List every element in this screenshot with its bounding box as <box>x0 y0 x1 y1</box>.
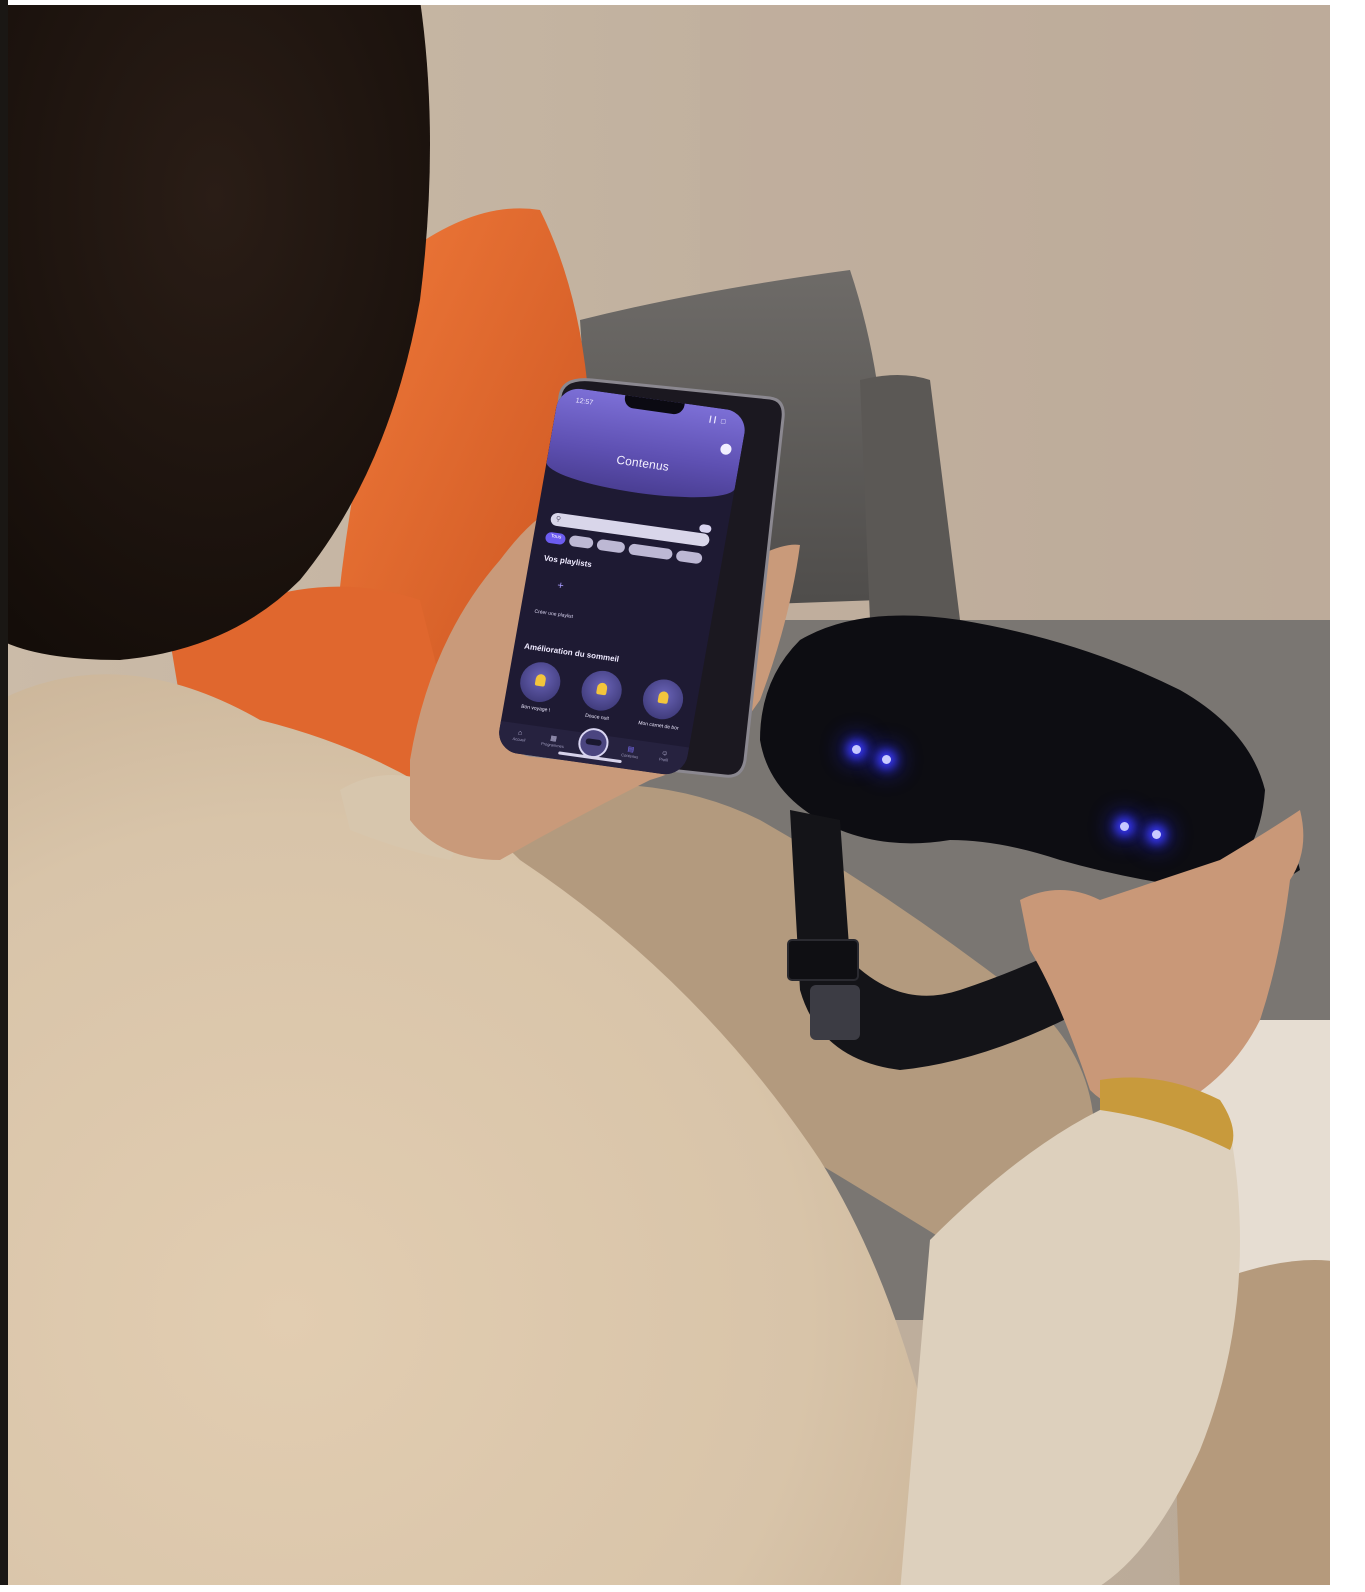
strap-buckle <box>787 939 859 981</box>
bell-icon <box>657 690 670 705</box>
tab-programs[interactable]: ▦ Programmes <box>537 733 569 750</box>
chip-label: Tous <box>550 533 562 541</box>
mask-led <box>882 755 891 764</box>
bell-icon <box>534 673 547 687</box>
strap-velcro <box>810 985 860 1040</box>
content-card-bon-voyage[interactable] <box>516 659 564 705</box>
tab-label: Profil <box>658 756 669 763</box>
frame-border <box>1330 0 1365 1592</box>
section-playlists-title: Vos playlists <box>543 553 593 570</box>
mask-led <box>1152 830 1161 839</box>
chip-filter[interactable] <box>627 543 674 561</box>
tab-label: Accueil <box>512 735 526 743</box>
chip-all[interactable]: Tous <box>544 531 567 546</box>
tab-profile[interactable]: ☺ Profil <box>648 748 680 764</box>
cloud-icon[interactable] <box>698 523 712 534</box>
chip-filter[interactable] <box>675 549 703 565</box>
bell-icon <box>596 682 608 696</box>
tab-home[interactable]: ⌂ Accueil <box>504 728 536 744</box>
content-card-carnet[interactable] <box>639 676 687 722</box>
content-card-douce-nuit[interactable] <box>578 668 625 714</box>
chip-filter[interactable] <box>596 538 626 554</box>
frame-border <box>0 0 1365 5</box>
add-playlist-icon[interactable]: + <box>556 580 564 593</box>
tab-label: Contenus <box>620 752 639 760</box>
card-title: Douce nuit <box>584 712 610 722</box>
frame-border <box>0 1585 1365 1592</box>
card-title: Mon carnet de bor <box>637 720 679 732</box>
mask-icon <box>585 738 603 747</box>
section-sleep-title: Amélioration du sommeil <box>523 641 620 664</box>
create-playlist-label[interactable]: Créer une playlist <box>534 609 574 620</box>
mask-led <box>1120 822 1129 831</box>
chip-filter[interactable] <box>568 534 595 550</box>
scene-illustration <box>0 0 1365 1592</box>
search-icon: ⚲ <box>555 515 562 524</box>
card-title: Bon voyage ! <box>520 703 551 714</box>
tab-contents[interactable]: ▤ Contenus <box>614 743 646 760</box>
frame-border <box>0 0 8 1592</box>
photo-scene: 12:57 ▎▎ ▢ Contenus ⚲ Tous Vos playlists… <box>0 0 1365 1592</box>
mask-led <box>852 745 861 754</box>
